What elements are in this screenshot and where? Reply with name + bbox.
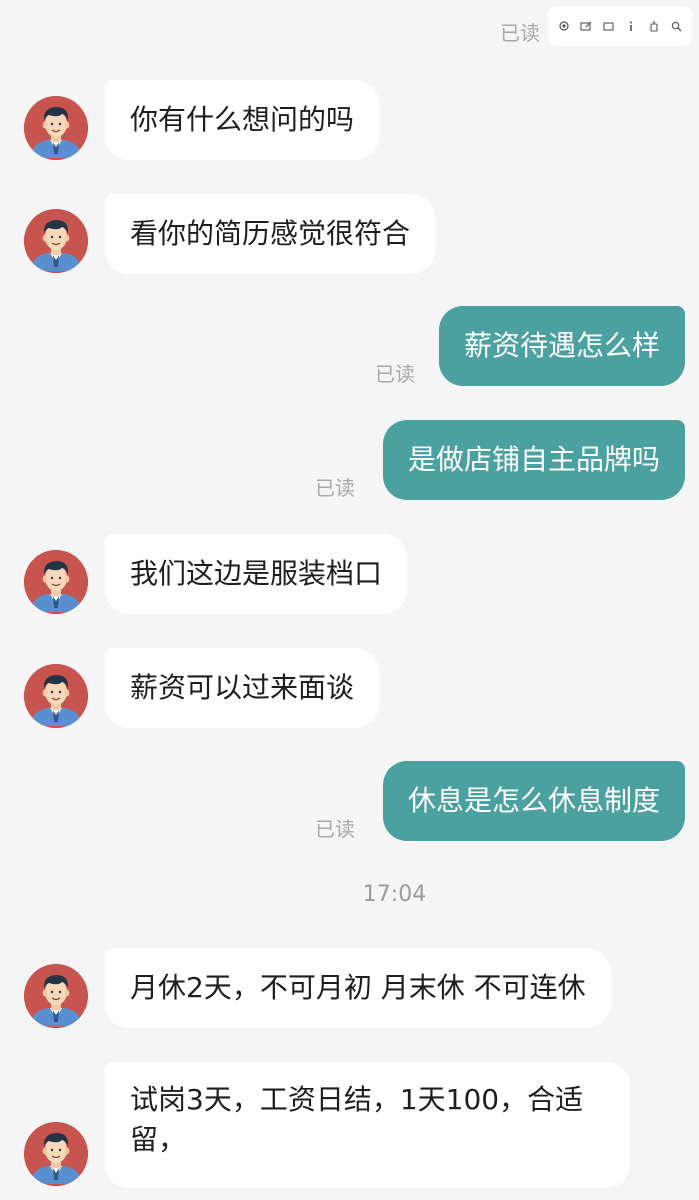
screenshot-icon[interactable] [557,19,571,33]
contact-avatar[interactable] [24,550,88,614]
contact-avatar[interactable] [24,964,88,1028]
contact-avatar[interactable] [24,96,88,160]
window-icon[interactable] [602,19,616,33]
edit-icon[interactable] [579,19,593,33]
outgoing-message[interactable]: 薪资待遇怎么样 [438,306,685,386]
outgoing-message[interactable]: 休息是怎么休息制度 [382,761,685,841]
read-status: 已读 [375,362,415,386]
incoming-message[interactable]: 试岗3天，工资日结，1天100，合适留， [105,1062,630,1188]
contact-avatar[interactable] [24,664,88,728]
incoming-message[interactable]: 你有什么想问的吗 [105,80,380,160]
incoming-message[interactable]: 看你的简历感觉很符合 [105,194,436,274]
floating-toolbar [548,6,692,46]
timestamp-divider: 17:04 [362,882,427,907]
read-status: 已读 [315,476,355,500]
read-status: 已读 [315,817,355,841]
incoming-message[interactable]: 我们这边是服装档口 [105,534,408,614]
contact-avatar[interactable] [24,1122,88,1186]
search-icon[interactable] [669,19,683,33]
incoming-message[interactable]: 月休2天，不可月初 月末休 不可连休 [105,948,611,1028]
top-read-status: 已读 [500,21,540,45]
pin-icon[interactable] [647,19,661,33]
outgoing-message[interactable]: 是做店铺自主品牌吗 [382,420,685,500]
contact-avatar[interactable] [24,209,88,273]
incoming-message[interactable]: 薪资可以过来面谈 [105,648,380,728]
info-icon[interactable] [624,19,638,33]
